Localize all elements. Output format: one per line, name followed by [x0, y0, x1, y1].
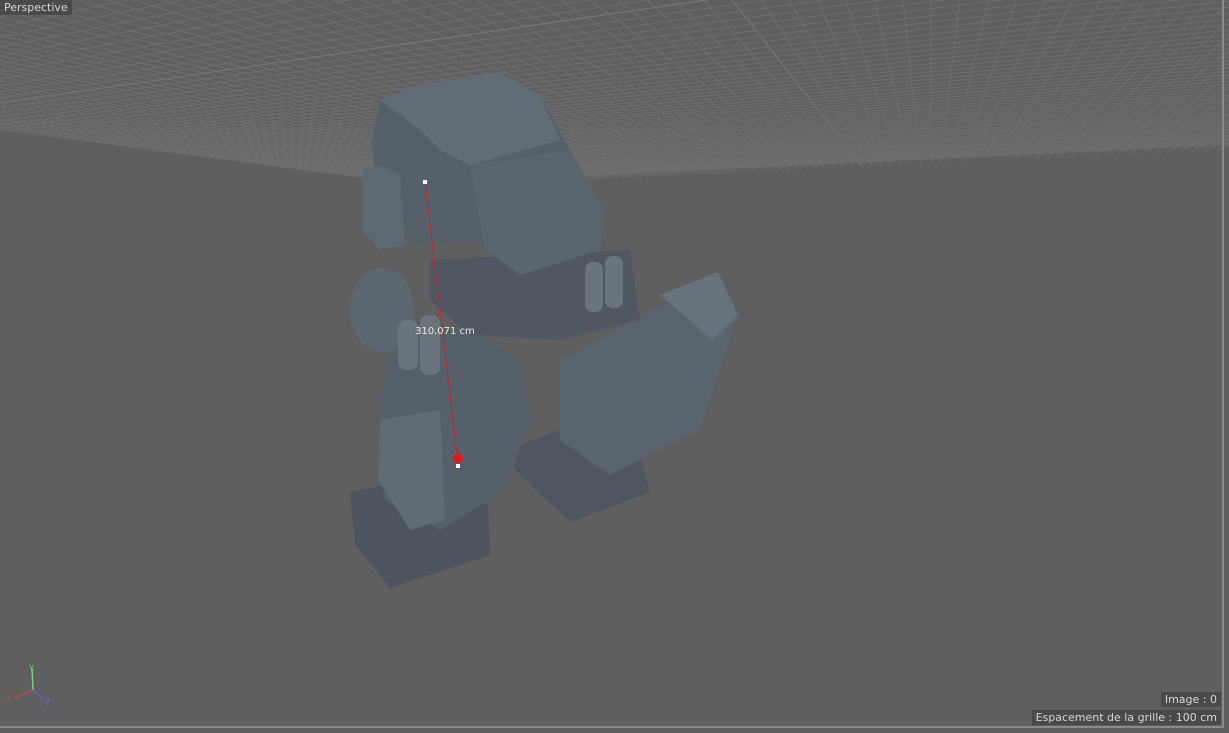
grid-line [0, 0, 533, 87]
camera-label[interactable]: Perspective [0, 0, 72, 15]
measurement-label: 310.071 cm [415, 326, 475, 337]
measure-handle-start[interactable] [423, 180, 427, 184]
grid-line [0, 0, 1229, 52]
axis-z-label: Z [45, 698, 51, 707]
measure-handle-end[interactable] [453, 453, 463, 463]
floor-grid [0, 0, 1229, 187]
side-gear [362, 165, 405, 250]
frame-info: Image : 0 [1160, 692, 1221, 707]
grid-line [0, 0, 711, 104]
grid-spacing-info: Espacement de la grille : 100 cm [1031, 710, 1221, 725]
viewport-scene[interactable] [0, 0, 1229, 733]
axis-y-label: Y [29, 664, 34, 673]
axis-x-label: X [6, 694, 12, 703]
viewport-perspective[interactable]: 310.071 cm Y X Z Perspective Image : 0 E… [0, 0, 1229, 733]
